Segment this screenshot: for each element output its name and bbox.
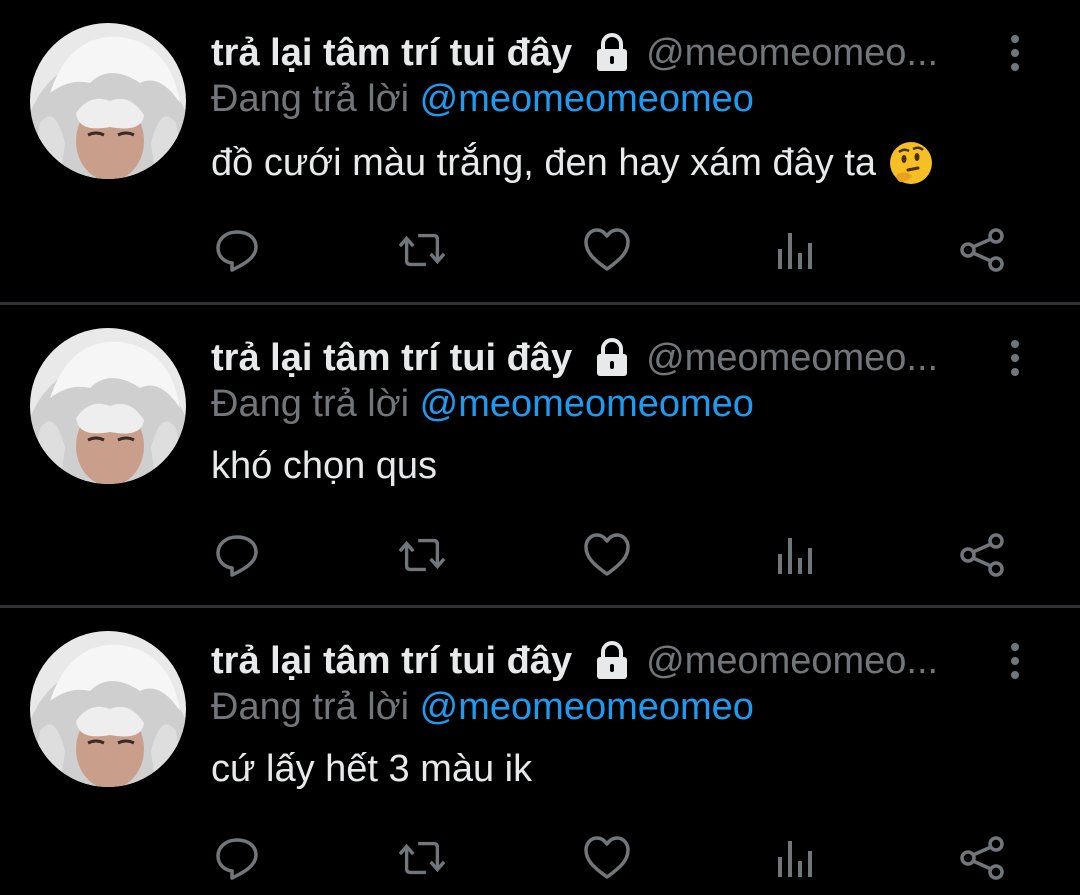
like-icon[interactable]	[582, 220, 632, 280]
like-icon[interactable]	[582, 828, 632, 888]
more-vertical-icon[interactable]	[1000, 636, 1030, 686]
tweet-text: đồ cưới màu trắng, đen hay xám đây ta	[211, 140, 934, 186]
display-name[interactable]: trả lại tâm trí tui đây	[211, 32, 572, 75]
share-icon[interactable]	[957, 828, 1007, 888]
retweet-icon[interactable]	[397, 828, 447, 888]
share-icon[interactable]	[957, 220, 1007, 280]
tweet-header: trả lại tâm trí tui đây @meomeomeo...	[211, 636, 991, 686]
replying-to: Đang trả lời @meomeomeomeo	[211, 78, 754, 121]
share-icon[interactable]	[957, 525, 1007, 585]
avatar[interactable]	[30, 328, 186, 484]
mention-link[interactable]: @meomeomeomeo	[420, 78, 754, 120]
tweet-body: cứ lấy hết 3 màu ik	[211, 748, 533, 790]
replying-prefix: Đang trả lời	[211, 686, 410, 728]
tweet-actions	[0, 220, 1080, 280]
views-icon[interactable]	[770, 828, 820, 888]
more-vertical-icon[interactable]	[1000, 28, 1030, 78]
handle[interactable]: @meomeomeo...	[646, 337, 938, 380]
lock-icon	[590, 336, 634, 380]
reply-icon[interactable]	[212, 525, 262, 585]
tweet-actions	[0, 525, 1080, 585]
mention-link[interactable]: @meomeomeomeo	[420, 383, 754, 425]
display-name[interactable]: trả lại tâm trí tui đây	[211, 640, 572, 683]
tweet-body: đồ cưới màu trắng, đen hay xám đây ta	[211, 141, 877, 184]
lock-icon	[590, 639, 634, 683]
tweet-header: trả lại tâm trí tui đây @meomeomeo...	[211, 333, 991, 383]
reply-icon[interactable]	[212, 828, 262, 888]
display-name[interactable]: trả lại tâm trí tui đây	[211, 337, 572, 380]
reply-icon[interactable]	[212, 220, 262, 280]
retweet-icon[interactable]	[397, 220, 447, 280]
like-icon[interactable]	[582, 525, 632, 585]
handle[interactable]: @meomeomeo...	[646, 640, 938, 683]
mention-link[interactable]: @meomeomeomeo	[420, 686, 754, 728]
tweet-actions	[0, 828, 1080, 888]
views-icon[interactable]	[770, 525, 820, 585]
replying-prefix: Đang trả lời	[211, 78, 410, 120]
tweet[interactable]: trả lại tâm trí tui đây @meomeomeo... Đa…	[0, 605, 1080, 895]
tweet[interactable]: trả lại tâm trí tui đây @meomeomeo... Đa…	[0, 302, 1080, 605]
handle[interactable]: @meomeomeo...	[646, 32, 938, 75]
more-vertical-icon[interactable]	[1000, 333, 1030, 383]
replying-prefix: Đang trả lời	[211, 383, 410, 425]
tweet[interactable]: trả lại tâm trí tui đây @meomeomeo... Đa…	[0, 0, 1080, 302]
tweet-body: khó chọn qus	[211, 445, 438, 487]
avatar[interactable]	[30, 631, 186, 787]
replying-to: Đang trả lời @meomeomeomeo	[211, 686, 754, 729]
thinking-face-icon	[888, 140, 934, 186]
reply-feed: trả lại tâm trí tui đây @meomeomeo... Đa…	[0, 0, 1080, 895]
views-icon[interactable]	[770, 220, 820, 280]
tweet-text: khó chọn qus	[211, 445, 437, 488]
replying-to: Đang trả lời @meomeomeomeo	[211, 383, 754, 426]
tweet-text: cứ lấy hết 3 màu ik	[211, 748, 532, 791]
retweet-icon[interactable]	[397, 525, 447, 585]
avatar[interactable]	[30, 23, 186, 179]
tweet-header: trả lại tâm trí tui đây @meomeomeo...	[211, 28, 991, 78]
lock-icon	[590, 31, 634, 75]
